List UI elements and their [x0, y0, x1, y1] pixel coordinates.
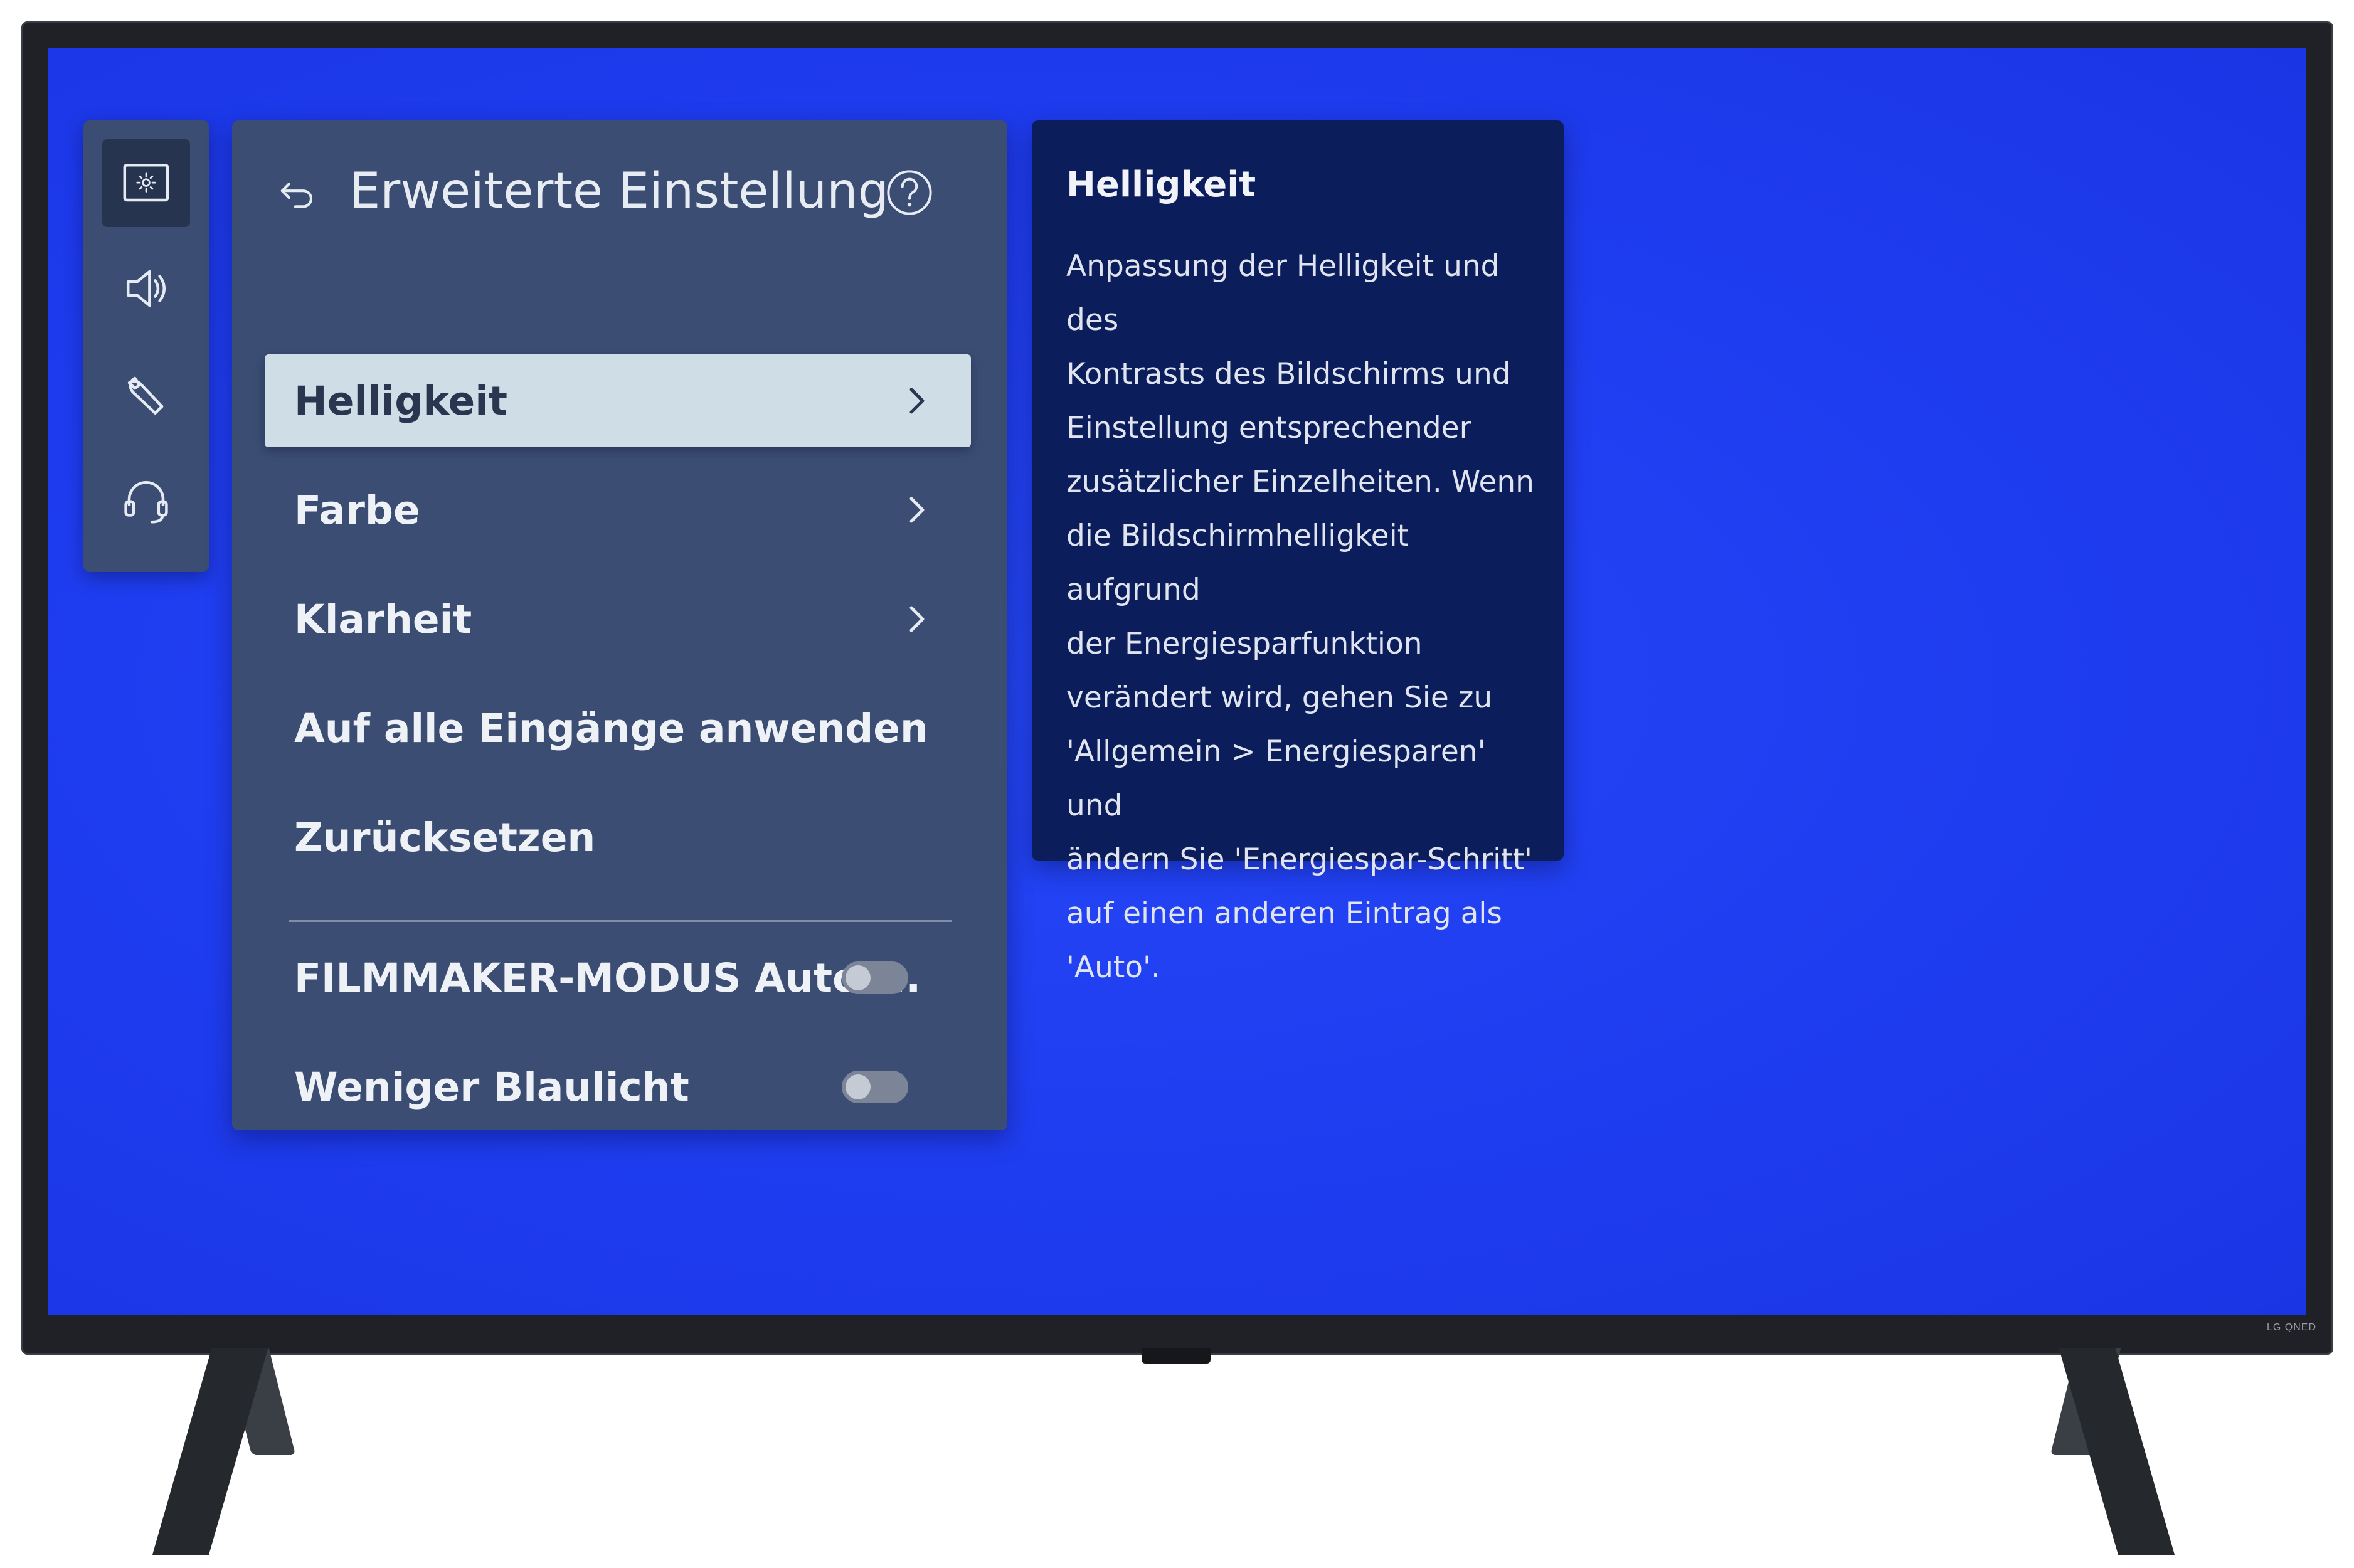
menu-item-helligkeit[interactable]: Helligkeit: [265, 354, 971, 447]
category-sound[interactable]: [102, 245, 190, 332]
toggle-row-blue-light[interactable]: Weniger Blaulicht: [265, 1041, 971, 1133]
info-panel: Helligkeit Anpassung der Helligkeit und …: [1032, 120, 1564, 985]
back-arrow-icon[interactable]: [276, 171, 320, 215]
info-title: Helligkeit: [1066, 164, 1256, 205]
category-picture[interactable]: [102, 139, 190, 227]
info-line: ändern Sie 'Energiespar-Schritt': [1066, 842, 1532, 877]
picture-icon: [123, 163, 169, 202]
brand-logo: LG QNED: [2266, 1322, 2316, 1333]
chevron-right-icon: [909, 388, 925, 414]
menu-item-label: Zurücksetzen: [294, 814, 596, 861]
ir-sensor: [1142, 1348, 1211, 1364]
info-line: die Bildschirmhelligkeit aufgrund: [1066, 519, 1409, 607]
toggle-knob: [846, 1074, 871, 1099]
toggle-label: Weniger Blaulicht: [294, 1064, 689, 1110]
info-line: Einstellung entsprechender: [1066, 411, 1471, 445]
info-line: Anpassung der Helligkeit und des: [1066, 249, 1500, 337]
toggle-row-filmmaker-mode[interactable]: FILMMAKER-MODUS Auto-...: [265, 931, 971, 1024]
speaker-icon: [126, 270, 166, 307]
menu-item-label: Helligkeit: [294, 378, 507, 424]
blue-light-toggle[interactable]: [842, 1071, 908, 1103]
menu-item-label: Farbe: [294, 487, 420, 533]
menu-item-farbe[interactable]: Farbe: [265, 464, 971, 556]
headset-icon: [124, 480, 168, 524]
menu-item-apply-all-inputs[interactable]: Auf alle Eingänge anwenden: [265, 682, 971, 775]
info-description: Anpassung der Helligkeit und des Kontras…: [1066, 240, 1543, 995]
menu-item-label: Auf alle Eingänge anwenden: [294, 705, 928, 751]
info-line: 'Allgemein > Energiesparen' und: [1066, 734, 1486, 823]
category-general[interactable]: [102, 351, 190, 439]
info-line: der Energiesparfunktion: [1066, 627, 1423, 661]
chevron-right-icon: [909, 497, 925, 523]
tv-screen: Erweiterte Einstellung Helligkeit Farbe …: [48, 48, 2306, 1315]
category-support[interactable]: [102, 457, 190, 544]
info-line: 'Auto'.: [1066, 950, 1160, 985]
toggle-label: FILMMAKER-MODUS Auto-...: [294, 955, 921, 1001]
divider: [289, 920, 952, 922]
menu-item-klarheit[interactable]: Klarheit: [265, 573, 971, 665]
info-line: zusätzlicher Einzelheiten. Wenn: [1066, 465, 1534, 499]
menu-item-label: Klarheit: [294, 596, 472, 642]
info-line: Kontrasts des Bildschirms und: [1066, 357, 1511, 391]
chevron-right-icon: [909, 606, 925, 632]
help-icon[interactable]: [884, 167, 935, 218]
panel-title: Erweiterte Einstellung: [349, 163, 889, 220]
settings-panel: Erweiterte Einstellung Helligkeit Farbe …: [232, 120, 1007, 1130]
toggle-knob: [846, 965, 871, 990]
settings-category-bar: [83, 120, 209, 572]
filmmaker-mode-toggle[interactable]: [842, 961, 908, 994]
wrench-icon: [127, 376, 164, 415]
info-line: verändert wird, gehen Sie zu: [1066, 681, 1493, 715]
panel-header: Erweiterte Einstellung: [232, 120, 1007, 265]
info-line: auf einen anderen Eintrag als: [1066, 896, 1502, 931]
menu-item-reset[interactable]: Zurücksetzen: [265, 791, 971, 884]
